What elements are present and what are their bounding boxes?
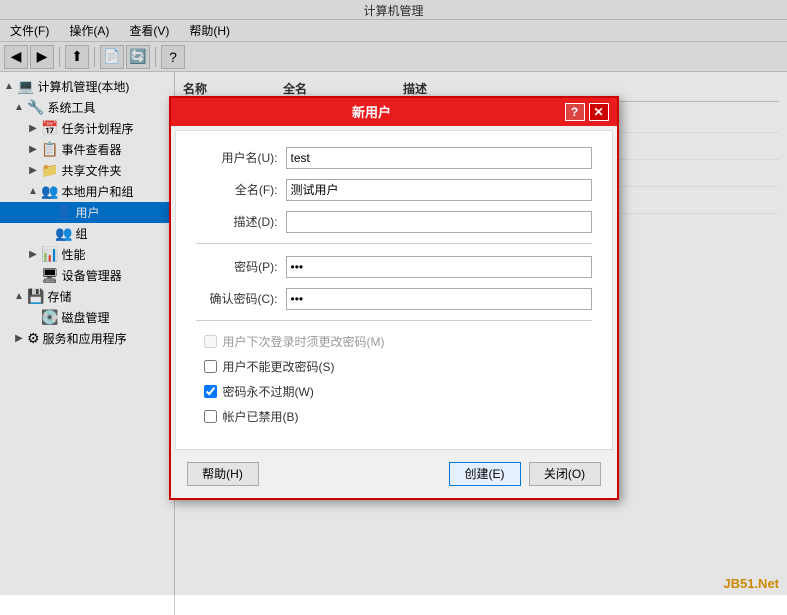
checkbox-cannot-change: 用户不能更改密码(S) bbox=[196, 358, 592, 375]
desc-row: 描述(D): bbox=[196, 211, 592, 233]
username-input[interactable] bbox=[286, 147, 592, 169]
fullname-row: 全名(F): bbox=[196, 179, 592, 201]
account-disabled-label: 帐户已禁用(B) bbox=[223, 408, 299, 425]
must-change-label: 用户下次登录时须更改密码(M) bbox=[223, 333, 385, 350]
desc-label: 描述(D): bbox=[196, 213, 286, 230]
dialog-overlay: 新用户 ? ✕ 用户名(U): 全名(F): 描述(D): bbox=[0, 0, 787, 595]
create-button[interactable]: 创建(E) bbox=[449, 462, 521, 486]
dialog-title-buttons: ? ✕ bbox=[565, 103, 609, 121]
dialog-action-buttons: 创建(E) 关闭(O) bbox=[449, 462, 601, 486]
password-input[interactable] bbox=[286, 256, 592, 278]
dialog-close-title-button[interactable]: ✕ bbox=[589, 103, 609, 121]
dialog-titlebar: 新用户 ? ✕ bbox=[171, 98, 617, 126]
cannot-change-checkbox[interactable] bbox=[204, 360, 217, 373]
checkbox-must-change: 用户下次登录时须更改密码(M) bbox=[196, 333, 592, 350]
password-label: 密码(P): bbox=[196, 258, 286, 275]
fullname-input[interactable] bbox=[286, 179, 592, 201]
username-row: 用户名(U): bbox=[196, 147, 592, 169]
dialog-body: 用户名(U): 全名(F): 描述(D): 密码(P): 确认密码(C): bbox=[175, 130, 613, 450]
dialog-footer: 帮助(H) 创建(E) 关闭(O) bbox=[171, 454, 617, 498]
form-divider bbox=[196, 243, 592, 244]
fullname-label: 全名(F): bbox=[196, 181, 286, 198]
password-row: 密码(P): bbox=[196, 256, 592, 278]
never-expire-label: 密码永不过期(W) bbox=[223, 383, 314, 400]
confirm-password-row: 确认密码(C): bbox=[196, 288, 592, 310]
never-expire-checkbox[interactable] bbox=[204, 385, 217, 398]
dialog-help-button[interactable]: ? bbox=[565, 103, 585, 121]
checkbox-never-expire: 密码永不过期(W) bbox=[196, 383, 592, 400]
confirm-password-label: 确认密码(C): bbox=[196, 290, 286, 307]
account-disabled-checkbox[interactable] bbox=[204, 410, 217, 423]
dialog-title: 新用户 bbox=[179, 102, 565, 121]
cannot-change-label: 用户不能更改密码(S) bbox=[223, 358, 335, 375]
form-divider-2 bbox=[196, 320, 592, 321]
must-change-checkbox[interactable] bbox=[204, 335, 217, 348]
close-button[interactable]: 关闭(O) bbox=[529, 462, 601, 486]
new-user-dialog: 新用户 ? ✕ 用户名(U): 全名(F): 描述(D): bbox=[169, 96, 619, 500]
watermark: JB51.Net bbox=[723, 576, 779, 591]
desc-input[interactable] bbox=[286, 211, 592, 233]
help-button[interactable]: 帮助(H) bbox=[187, 462, 259, 486]
checkbox-disabled: 帐户已禁用(B) bbox=[196, 408, 592, 425]
username-label: 用户名(U): bbox=[196, 149, 286, 166]
confirm-password-input[interactable] bbox=[286, 288, 592, 310]
